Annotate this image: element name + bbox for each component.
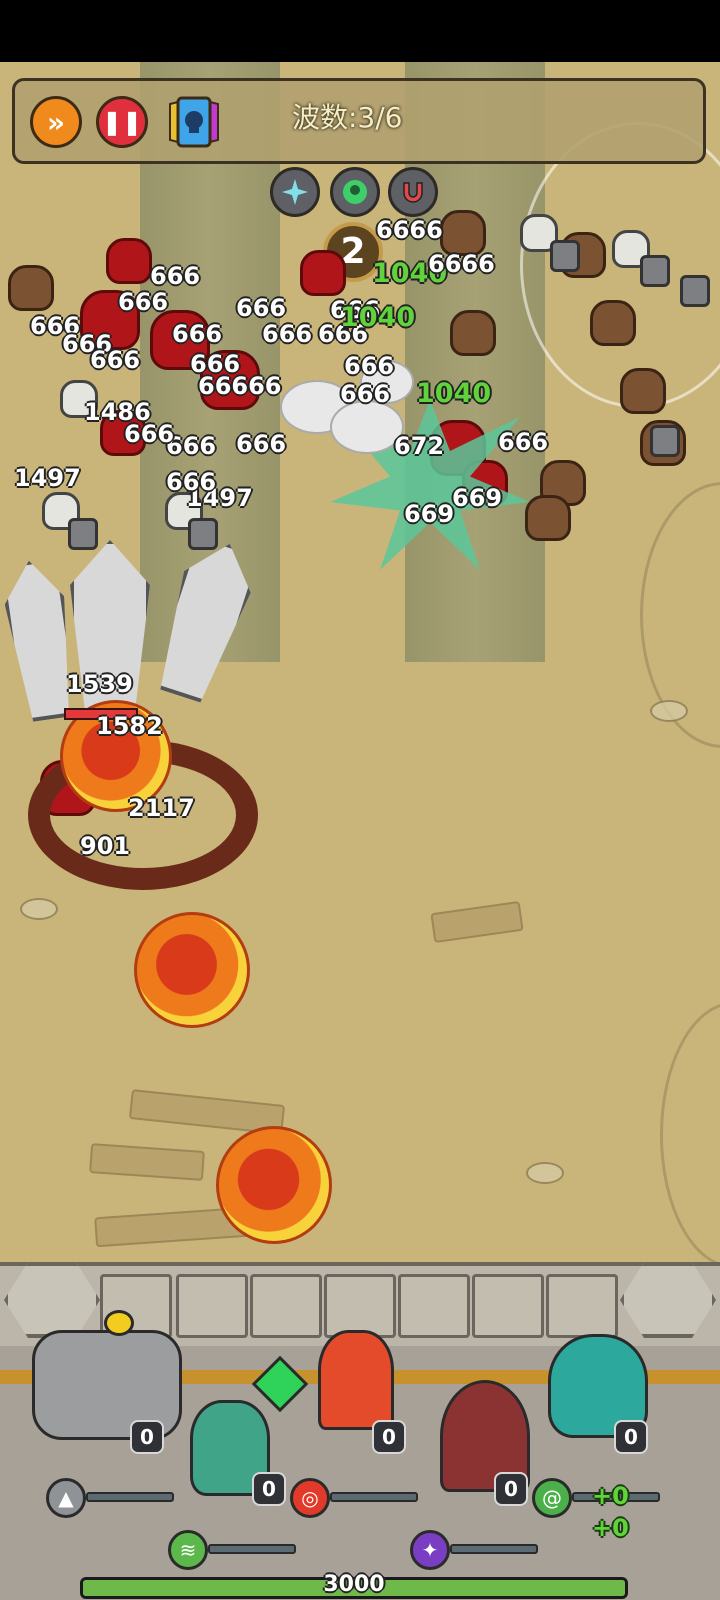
wall-block: [546, 1274, 618, 1338]
hero-count: 0: [252, 1472, 286, 1506]
constellation-icon[interactable]: ✦: [410, 1530, 450, 1570]
hero-count: 0: [372, 1420, 406, 1454]
skill-charge-bar: [450, 1544, 538, 1554]
skill-charge-bar: [86, 1492, 174, 1502]
collection-button[interactable]: [166, 96, 222, 148]
damage-number: 666: [262, 320, 313, 348]
wall-block: [398, 1274, 470, 1338]
rock: [650, 700, 688, 722]
damage-number: 6666: [376, 216, 443, 244]
damage-number: 669: [452, 484, 503, 512]
wall-block: [324, 1274, 396, 1338]
damage-number: 666: [90, 346, 141, 374]
wood-plank: [89, 1143, 205, 1181]
whirlpool-icon[interactable]: @: [532, 1478, 572, 1518]
werewolf-enemy: [525, 495, 571, 541]
skeleton-shield: [640, 255, 670, 287]
rock: [526, 1162, 564, 1184]
damage-number: 672: [394, 432, 445, 460]
werewolf-enemy: [590, 300, 636, 346]
damage-number: 666: [150, 262, 201, 290]
rock-spikes-icon[interactable]: ▲: [46, 1478, 86, 1518]
base-health-value: 3000: [323, 1572, 385, 1597]
fast-forward-icon: »: [46, 105, 66, 139]
skeleton-shield: [680, 275, 710, 307]
damage-number: 669: [404, 500, 455, 528]
werewolf-enemy-hit: [300, 250, 346, 296]
tornado-icon[interactable]: ≋: [168, 1530, 208, 1570]
wall-block: [472, 1274, 544, 1338]
damage-number: 666: [340, 380, 391, 408]
wall-block: [250, 1274, 322, 1338]
fire-mage-hero[interactable]: [318, 1330, 394, 1430]
skeleton-shield: [68, 518, 98, 550]
heal-number: 1040: [416, 378, 492, 409]
magnet-buff-icon[interactable]: [388, 167, 438, 217]
fire-target-icon[interactable]: ◎: [290, 1478, 330, 1518]
skill-charge-bar: [208, 1544, 296, 1554]
wood-plank: [430, 900, 524, 944]
damage-number: 1582: [96, 712, 163, 740]
damage-number: 666: [118, 288, 169, 316]
skeleton-shield: [188, 518, 218, 550]
fireball: [216, 1126, 332, 1244]
bonus-text: +0: [592, 1514, 629, 1542]
damage-number: 1497: [14, 464, 81, 492]
werewolf-enemy: [620, 368, 666, 414]
damage-number: 66666: [198, 372, 282, 400]
damage-number: 666: [344, 352, 395, 380]
werewolf-enemy: [8, 265, 54, 311]
sparkle-buff-icon[interactable]: [270, 167, 320, 217]
skeleton-shield: [650, 425, 680, 457]
damage-number: 2117: [128, 794, 195, 822]
duck-icon: [104, 1310, 134, 1336]
damage-number: 666: [236, 430, 287, 458]
fireball: [134, 912, 250, 1028]
smoke-cloud: [330, 400, 404, 454]
werewolf-enemy-hit: [106, 238, 152, 284]
damage-number: 901: [80, 832, 131, 860]
werewolf-enemy: [450, 310, 496, 356]
damage-number: 666: [166, 468, 217, 496]
skill-charge-bar: [330, 1492, 418, 1502]
fast-forward-button[interactable]: »: [30, 96, 82, 148]
rock: [20, 898, 58, 920]
hero-count: 0: [130, 1420, 164, 1454]
bonus-text: +0: [592, 1482, 629, 1510]
skeleton-shield: [550, 240, 580, 272]
wave-indicator: 波数:3/6: [292, 101, 403, 134]
damage-number: 666: [236, 294, 287, 322]
status-bar: [0, 0, 720, 62]
damage-number: 666: [498, 428, 549, 456]
skull-card-icon: [169, 96, 219, 148]
ghost-buff-icon[interactable]: [330, 167, 380, 217]
damage-number: 6666: [428, 250, 495, 278]
heal-number: 1040: [340, 302, 416, 333]
pause-button[interactable]: ❚❚: [96, 96, 148, 148]
pause-icon: ❚❚: [101, 108, 143, 136]
hero-count: 0: [494, 1472, 528, 1506]
damage-number: 666: [172, 320, 223, 348]
ground-arc: [660, 1002, 720, 1268]
hero-count: 0: [614, 1420, 648, 1454]
damage-number: 666: [124, 420, 175, 448]
wall-block: [176, 1274, 248, 1338]
damage-number: 1539: [66, 670, 133, 698]
